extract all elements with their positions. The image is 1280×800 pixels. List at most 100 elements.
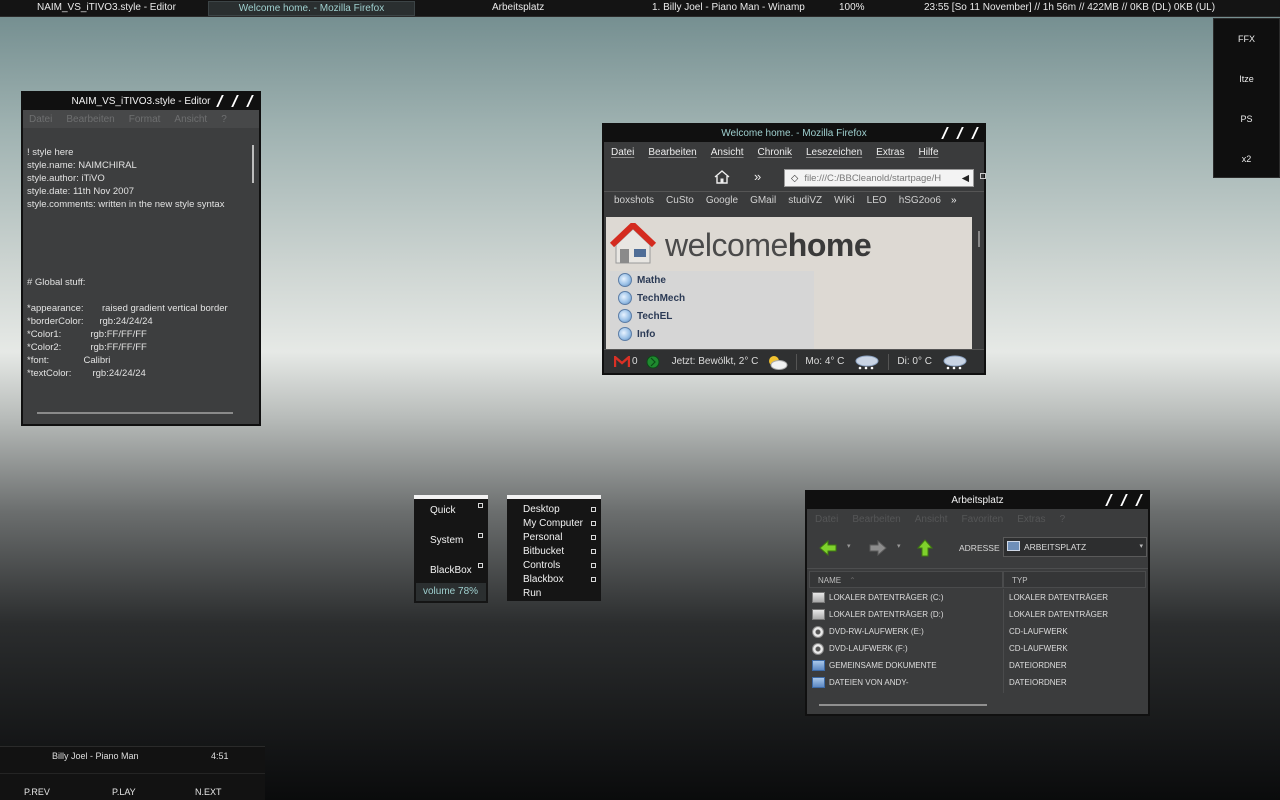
minimize-icon[interactable] (1104, 495, 1114, 505)
menu-item-desktop[interactable]: Desktop (507, 503, 601, 517)
menu-item-run[interactable]: Run (507, 587, 601, 601)
menu-help[interactable]: ? (221, 114, 227, 125)
bookmark-item[interactable]: WiKi (834, 195, 855, 207)
link-techmech[interactable]: TechMech (610, 289, 814, 307)
editor-horizontal-scrollbar[interactable] (37, 412, 233, 414)
cd-icon (812, 643, 824, 655)
status-indicator-icon[interactable] (646, 355, 660, 369)
file-row[interactable]: LOKALER DATENTRÄGER (C:) LOKALER DATENTRÄ… (809, 589, 1147, 606)
task-arbeitsplatz[interactable]: Arbeitsplatz (492, 2, 544, 13)
menu-item-system[interactable]: System (414, 529, 488, 559)
back-arrow-icon[interactable] (819, 540, 837, 556)
url-bar[interactable]: ◇ file:///C:/BBCleanold/startpage/H ◀ (784, 169, 974, 187)
bookmark-item[interactable]: GMail (750, 195, 776, 207)
ex-menu-datei[interactable]: Datei (815, 514, 838, 525)
firefox-titlebar[interactable]: Welcome home. - Mozilla Firefox (604, 125, 984, 142)
link-mathe[interactable]: Mathe (610, 271, 814, 289)
editor-text-area[interactable]: ! style here style.name: NAIMCHIRAL styl… (27, 133, 253, 415)
task-editor[interactable]: NAIM_VS_iTIVO3.style - Editor (37, 2, 176, 13)
file-row[interactable]: DATEIEN VON ANDY- DATEIORDNER (809, 674, 1147, 691)
address-field[interactable]: ARBEITSPLATZ ▾ (1003, 537, 1147, 557)
go-back-icon[interactable]: ◀ (962, 170, 969, 186)
ff-menu-hilfe[interactable]: Hilfe (919, 147, 939, 159)
home-icon[interactable] (714, 170, 730, 184)
menu-item-controls[interactable]: Controls (507, 559, 601, 573)
forward-arrow-icon[interactable] (869, 540, 887, 556)
track-title: Billy Joel - Piano Man (52, 751, 139, 761)
explorer-horizontal-scrollbar[interactable] (819, 704, 987, 706)
bookmark-item[interactable]: CuSto (666, 195, 694, 207)
bookmark-item[interactable]: boxshots (614, 195, 654, 207)
slit-item-ps[interactable]: PS (1214, 99, 1279, 139)
editor-titlebar[interactable]: NAIM_VS_iTIVO3.style - Editor (23, 93, 259, 110)
maximize-icon[interactable] (1119, 495, 1129, 505)
menu-item-blackbox[interactable]: Blackbox (507, 573, 601, 587)
slit-item-x2[interactable]: x2 (1214, 139, 1279, 179)
play-button[interactable]: P.LAY (112, 787, 136, 797)
explorer-titlebar[interactable]: Arbeitsplatz (807, 492, 1148, 509)
close-icon[interactable] (245, 96, 255, 106)
ff-menu-lesezeichen[interactable]: Lesezeichen (806, 147, 862, 159)
volume-readout[interactable]: 100% (839, 2, 865, 13)
ex-menu-favoriten[interactable]: Favoriten (962, 514, 1004, 525)
ex-menu-bearbeiten[interactable]: Bearbeiten (852, 514, 900, 525)
bookmark-item[interactable]: hSG2oo6 (899, 195, 941, 207)
overflow-chevron-icon[interactable]: » (754, 169, 761, 184)
forward-dropdown-icon[interactable]: ▾ (897, 542, 901, 550)
ff-menu-bearbeiten[interactable]: Bearbeiten (648, 147, 696, 159)
back-dropdown-icon[interactable]: ▾ (847, 542, 851, 550)
ex-menu-ansicht[interactable]: Ansicht (915, 514, 948, 525)
submenu-icon (591, 535, 596, 540)
menu-format[interactable]: Format (129, 114, 161, 125)
column-header-name[interactable]: NAME ⌃ (809, 571, 1003, 588)
file-row[interactable]: DVD-RW-LAUFWERK (E:) CD-LAUFWERK (809, 623, 1147, 640)
ff-menu-ansicht[interactable]: Ansicht (711, 147, 744, 159)
maximize-icon[interactable] (955, 128, 965, 138)
ff-menu-extras[interactable]: Extras (876, 147, 904, 159)
ff-menu-chronik[interactable]: Chronik (758, 147, 792, 159)
slit-item-itze[interactable]: Itze (1214, 59, 1279, 99)
maximize-icon[interactable] (230, 96, 240, 106)
slit-item-ffx[interactable]: FFX (1214, 19, 1279, 59)
ff-menu-datei[interactable]: Datei (611, 147, 634, 159)
menu-item-quick[interactable]: Quick (414, 499, 488, 529)
menu-bearbeiten[interactable]: Bearbeiten (66, 114, 114, 125)
menu-item-bitbucket[interactable]: Bitbucket (507, 545, 601, 559)
next-button[interactable]: N.EXT (195, 787, 222, 797)
globe-icon (618, 327, 632, 341)
task-firefox[interactable]: Welcome home. - Mozilla Firefox (208, 1, 415, 16)
gmail-icon[interactable] (614, 355, 630, 368)
menu-item-personal[interactable]: Personal (507, 531, 601, 545)
house-logo-icon (610, 223, 656, 264)
minimize-icon[interactable] (940, 128, 950, 138)
link-techel[interactable]: TechEL (610, 307, 814, 325)
volume-slider[interactable]: volume 78% (416, 583, 486, 601)
menu-item-my-computer[interactable]: My Computer (507, 517, 601, 531)
go-icon[interactable] (980, 173, 986, 179)
close-icon[interactable] (1134, 495, 1144, 505)
file-row[interactable]: LOKALER DATENTRÄGER (D:) LOKALER DATENTRÄ… (809, 606, 1147, 623)
column-header-type[interactable]: TYP (1003, 571, 1146, 588)
status-divider (796, 353, 798, 370)
globe-icon (618, 273, 632, 287)
ex-menu-help[interactable]: ? (1060, 514, 1066, 525)
bookmark-item[interactable]: LEO (867, 195, 887, 207)
up-arrow-icon[interactable] (917, 539, 933, 557)
bookmark-item[interactable]: studiVZ (788, 195, 822, 207)
menu-ansicht[interactable]: Ansicht (174, 114, 207, 125)
ex-menu-extras[interactable]: Extras (1017, 514, 1045, 525)
link-info[interactable]: Info (610, 325, 814, 343)
task-winamp[interactable]: 1. Billy Joel - Piano Man - Winamp (652, 2, 805, 13)
prev-button[interactable]: P.REV (24, 787, 50, 797)
bookmarks-overflow-icon[interactable]: » (951, 195, 957, 207)
firefox-menubar: Datei Bearbeiten Ansicht Chronik Lesezei… (604, 142, 984, 164)
page-scrollbar[interactable] (978, 231, 980, 247)
menu-datei[interactable]: Datei (29, 114, 52, 125)
file-row[interactable]: GEMEINSAME DOKUMENTE DATEIORDNER (809, 657, 1147, 674)
close-icon[interactable] (970, 128, 980, 138)
file-row[interactable]: DVD-LAUFWERK (F:) CD-LAUFWERK (809, 640, 1147, 657)
minimize-icon[interactable] (215, 96, 225, 106)
editor-vertical-scrollbar[interactable] (252, 145, 254, 183)
address-dropdown-icon[interactable]: ▾ (1139, 538, 1143, 556)
bookmark-item[interactable]: Google (706, 195, 738, 207)
